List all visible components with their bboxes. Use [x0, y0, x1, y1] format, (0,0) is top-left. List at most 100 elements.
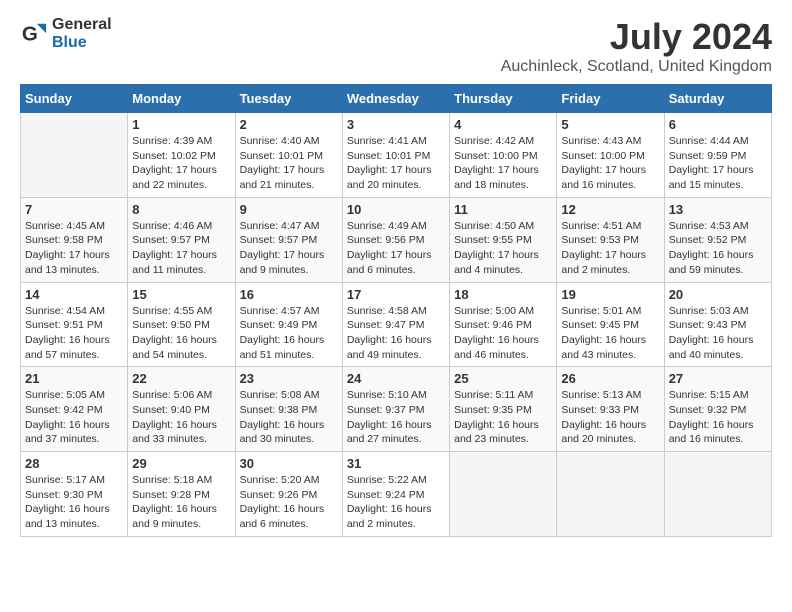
day-header-wednesday: Wednesday: [342, 85, 449, 113]
cell-text-line: Sunrise: 4:57 AM: [240, 305, 320, 317]
cell-content: Sunrise: 4:51 AMSunset: 9:53 PMDaylight:…: [561, 219, 659, 278]
cell-text-line: and 16 minutes.: [561, 179, 636, 191]
cell-content: Sunrise: 5:00 AMSunset: 9:46 PMDaylight:…: [454, 304, 552, 363]
cell-text-line: Sunrise: 4:39 AM: [132, 135, 212, 147]
cell-text-line: Daylight: 16 hours: [347, 419, 432, 431]
calendar-cell: 17Sunrise: 4:58 AMSunset: 9:47 PMDayligh…: [342, 282, 449, 367]
day-number: 9: [240, 202, 338, 217]
cell-text-line: Daylight: 17 hours: [669, 164, 754, 176]
calendar-cell: 27Sunrise: 5:15 AMSunset: 9:32 PMDayligh…: [664, 367, 771, 452]
cell-content: Sunrise: 4:44 AMSunset: 9:59 PMDaylight:…: [669, 134, 767, 193]
cell-text-line: Sunset: 9:38 PM: [240, 404, 318, 416]
cell-text-line: Sunrise: 5:05 AM: [25, 389, 105, 401]
calendar-cell: 22 Sunrise: 5:06 AMSunset: 9:40 PMDayligh…: [128, 367, 235, 452]
day-header-saturday: Saturday: [664, 85, 771, 113]
cell-text-line: Sunrise: 5:00 AM: [454, 305, 534, 317]
cell-text-line: Sunrise: 5:18 AM: [132, 474, 212, 486]
week-row-5: 28Sunrise: 5:17 AMSunset: 9:30 PMDayligh…: [21, 452, 772, 537]
calendar-cell: [557, 452, 664, 537]
cell-text-line: Sunrise: 5:06 AM: [132, 389, 212, 401]
cell-text-line: and 13 minutes.: [25, 264, 100, 276]
calendar-cell: 2Sunrise: 4:40 AMSunset: 10:01 PMDayligh…: [235, 113, 342, 198]
cell-content: Sunrise: 5:22 AMSunset: 9:24 PMDaylight:…: [347, 473, 445, 532]
cell-text-line: Daylight: 16 hours: [669, 249, 754, 261]
cell-text-line: and 15 minutes.: [669, 179, 744, 191]
cell-text-line: and 11 minutes.: [132, 264, 206, 276]
cell-content: Sunrise: 5:03 AMSunset: 9:43 PMDaylight:…: [669, 304, 767, 363]
cell-text-line: and 6 minutes.: [240, 518, 309, 530]
cell-content: Sunrise: 4:46 AMSunset: 9:57 PMDaylight:…: [132, 219, 230, 278]
cell-text-line: Sunset: 9:32 PM: [669, 404, 747, 416]
title-area: July 2024 Auchinleck, Scotland, United K…: [501, 16, 772, 76]
calendar-cell: 16Sunrise: 4:57 AMSunset: 9:49 PMDayligh…: [235, 282, 342, 367]
cell-text-line: Daylight: 16 hours: [561, 419, 646, 431]
cell-text-line: Sunset: 9:46 PM: [454, 319, 532, 331]
cell-text-line: Sunrise: 4:42 AM: [454, 135, 534, 147]
cell-text-line: and 30 minutes.: [240, 433, 315, 445]
cell-text-line: and 2 minutes.: [347, 518, 416, 530]
cell-text-line: Sunrise: 4:47 AM: [240, 220, 320, 232]
cell-text-line: Sunrise: 4:46 AM: [132, 220, 212, 232]
cell-text-line: Sunset: 9:30 PM: [25, 489, 103, 501]
cell-text-line: Sunset: 9:42 PM: [25, 404, 103, 416]
day-header-thursday: Thursday: [450, 85, 557, 113]
cell-content: Sunrise: 5:11 AMSunset: 9:35 PMDaylight:…: [454, 388, 552, 447]
cell-text-line: Sunrise: 5:17 AM: [25, 474, 105, 486]
day-number: 4: [454, 117, 552, 132]
cell-content: Sunrise: 4:41 AMSunset: 10:01 PMDaylight…: [347, 134, 445, 193]
calendar-cell: 31Sunrise: 5:22 AMSunset: 9:24 PMDayligh…: [342, 452, 449, 537]
day-number: 22: [132, 371, 230, 386]
cell-text-line: Sunrise: 5:11 AM: [454, 389, 533, 401]
calendar-body: 1Sunrise: 4:39 AMSunset: 10:02 PMDayligh…: [21, 113, 772, 537]
day-number: 2: [240, 117, 338, 132]
cell-content: Sunrise: 5:05 AMSunset: 9:42 PMDaylight:…: [25, 388, 123, 447]
cell-text-line: Sunset: 9:57 PM: [240, 234, 318, 246]
calendar-header: SundayMondayTuesdayWednesdayThursdayFrid…: [21, 85, 772, 113]
cell-text-line: and 18 minutes.: [454, 179, 529, 191]
cell-text-line: Sunset: 9:43 PM: [669, 319, 747, 331]
calendar-cell: 29Sunrise: 5:18 AMSunset: 9:28 PMDayligh…: [128, 452, 235, 537]
cell-content: Sunrise: 4:54 AMSunset: 9:51 PMDaylight:…: [25, 304, 123, 363]
cell-text-line: and 33 minutes.: [132, 433, 207, 445]
day-number: 11: [454, 202, 552, 217]
svg-text:G: G: [22, 23, 38, 46]
cell-text-line: Sunset: 9:49 PM: [240, 319, 318, 331]
cell-text-line: and 43 minutes.: [561, 349, 636, 361]
cell-text-line: Sunrise: 5:03 AM: [669, 305, 749, 317]
cell-text-line: and 6 minutes.: [347, 264, 416, 276]
cell-content: Sunrise: 5:08 AMSunset: 9:38 PMDaylight:…: [240, 388, 338, 447]
day-number: 19: [561, 287, 659, 302]
cell-text-line: Sunrise: 4:43 AM: [561, 135, 641, 147]
cell-text-line: Daylight: 16 hours: [454, 419, 539, 431]
cell-text-line: Daylight: 17 hours: [132, 164, 217, 176]
calendar-cell: 19Sunrise: 5:01 AMSunset: 9:45 PMDayligh…: [557, 282, 664, 367]
day-number: 6: [669, 117, 767, 132]
calendar-cell: 5Sunrise: 4:43 AMSunset: 10:00 PMDayligh…: [557, 113, 664, 198]
cell-text-line: and 16 minutes.: [669, 433, 744, 445]
cell-content: Sunrise: 4:58 AMSunset: 9:47 PMDaylight:…: [347, 304, 445, 363]
day-header-sunday: Sunday: [21, 85, 128, 113]
calendar-cell: 25Sunrise: 5:11 AMSunset: 9:35 PMDayligh…: [450, 367, 557, 452]
cell-content: Sunrise: 5:06 AMSunset: 9:40 PMDaylight:…: [132, 388, 230, 447]
cell-content: Sunrise: 5:13 AMSunset: 9:33 PMDaylight:…: [561, 388, 659, 447]
cell-text-line: and 57 minutes.: [25, 349, 100, 361]
calendar-cell: [664, 452, 771, 537]
cell-text-line: and 54 minutes.: [132, 349, 207, 361]
calendar-cell: 15Sunrise: 4:55 AMSunset: 9:50 PMDayligh…: [128, 282, 235, 367]
calendar-cell: 11Sunrise: 4:50 AMSunset: 9:55 PMDayligh…: [450, 197, 557, 282]
calendar-cell: 14 Sunrise: 4:54 AMSunset: 9:51 PMDayligh…: [21, 282, 128, 367]
day-number: 12: [561, 202, 659, 217]
cell-text-line: Daylight: 17 hours: [347, 164, 432, 176]
cell-text-line: Sunset: 10:02 PM: [132, 150, 215, 162]
day-header-tuesday: Tuesday: [235, 85, 342, 113]
cell-text-line: Sunset: 9:37 PM: [347, 404, 425, 416]
calendar-cell: 6 Sunrise: 4:44 AMSunset: 9:59 PMDaylight…: [664, 113, 771, 198]
day-number: 14: [25, 287, 123, 302]
cell-text-line: Daylight: 16 hours: [132, 334, 217, 346]
cell-text-line: Sunset: 9:51 PM: [25, 319, 103, 331]
cell-text-line: Sunset: 10:00 PM: [561, 150, 644, 162]
cell-text-line: Daylight: 16 hours: [132, 419, 217, 431]
calendar-title: July 2024: [501, 16, 772, 58]
cell-text-line: Sunrise: 4:51 AM: [561, 220, 641, 232]
cell-text-line: and 59 minutes.: [669, 264, 744, 276]
